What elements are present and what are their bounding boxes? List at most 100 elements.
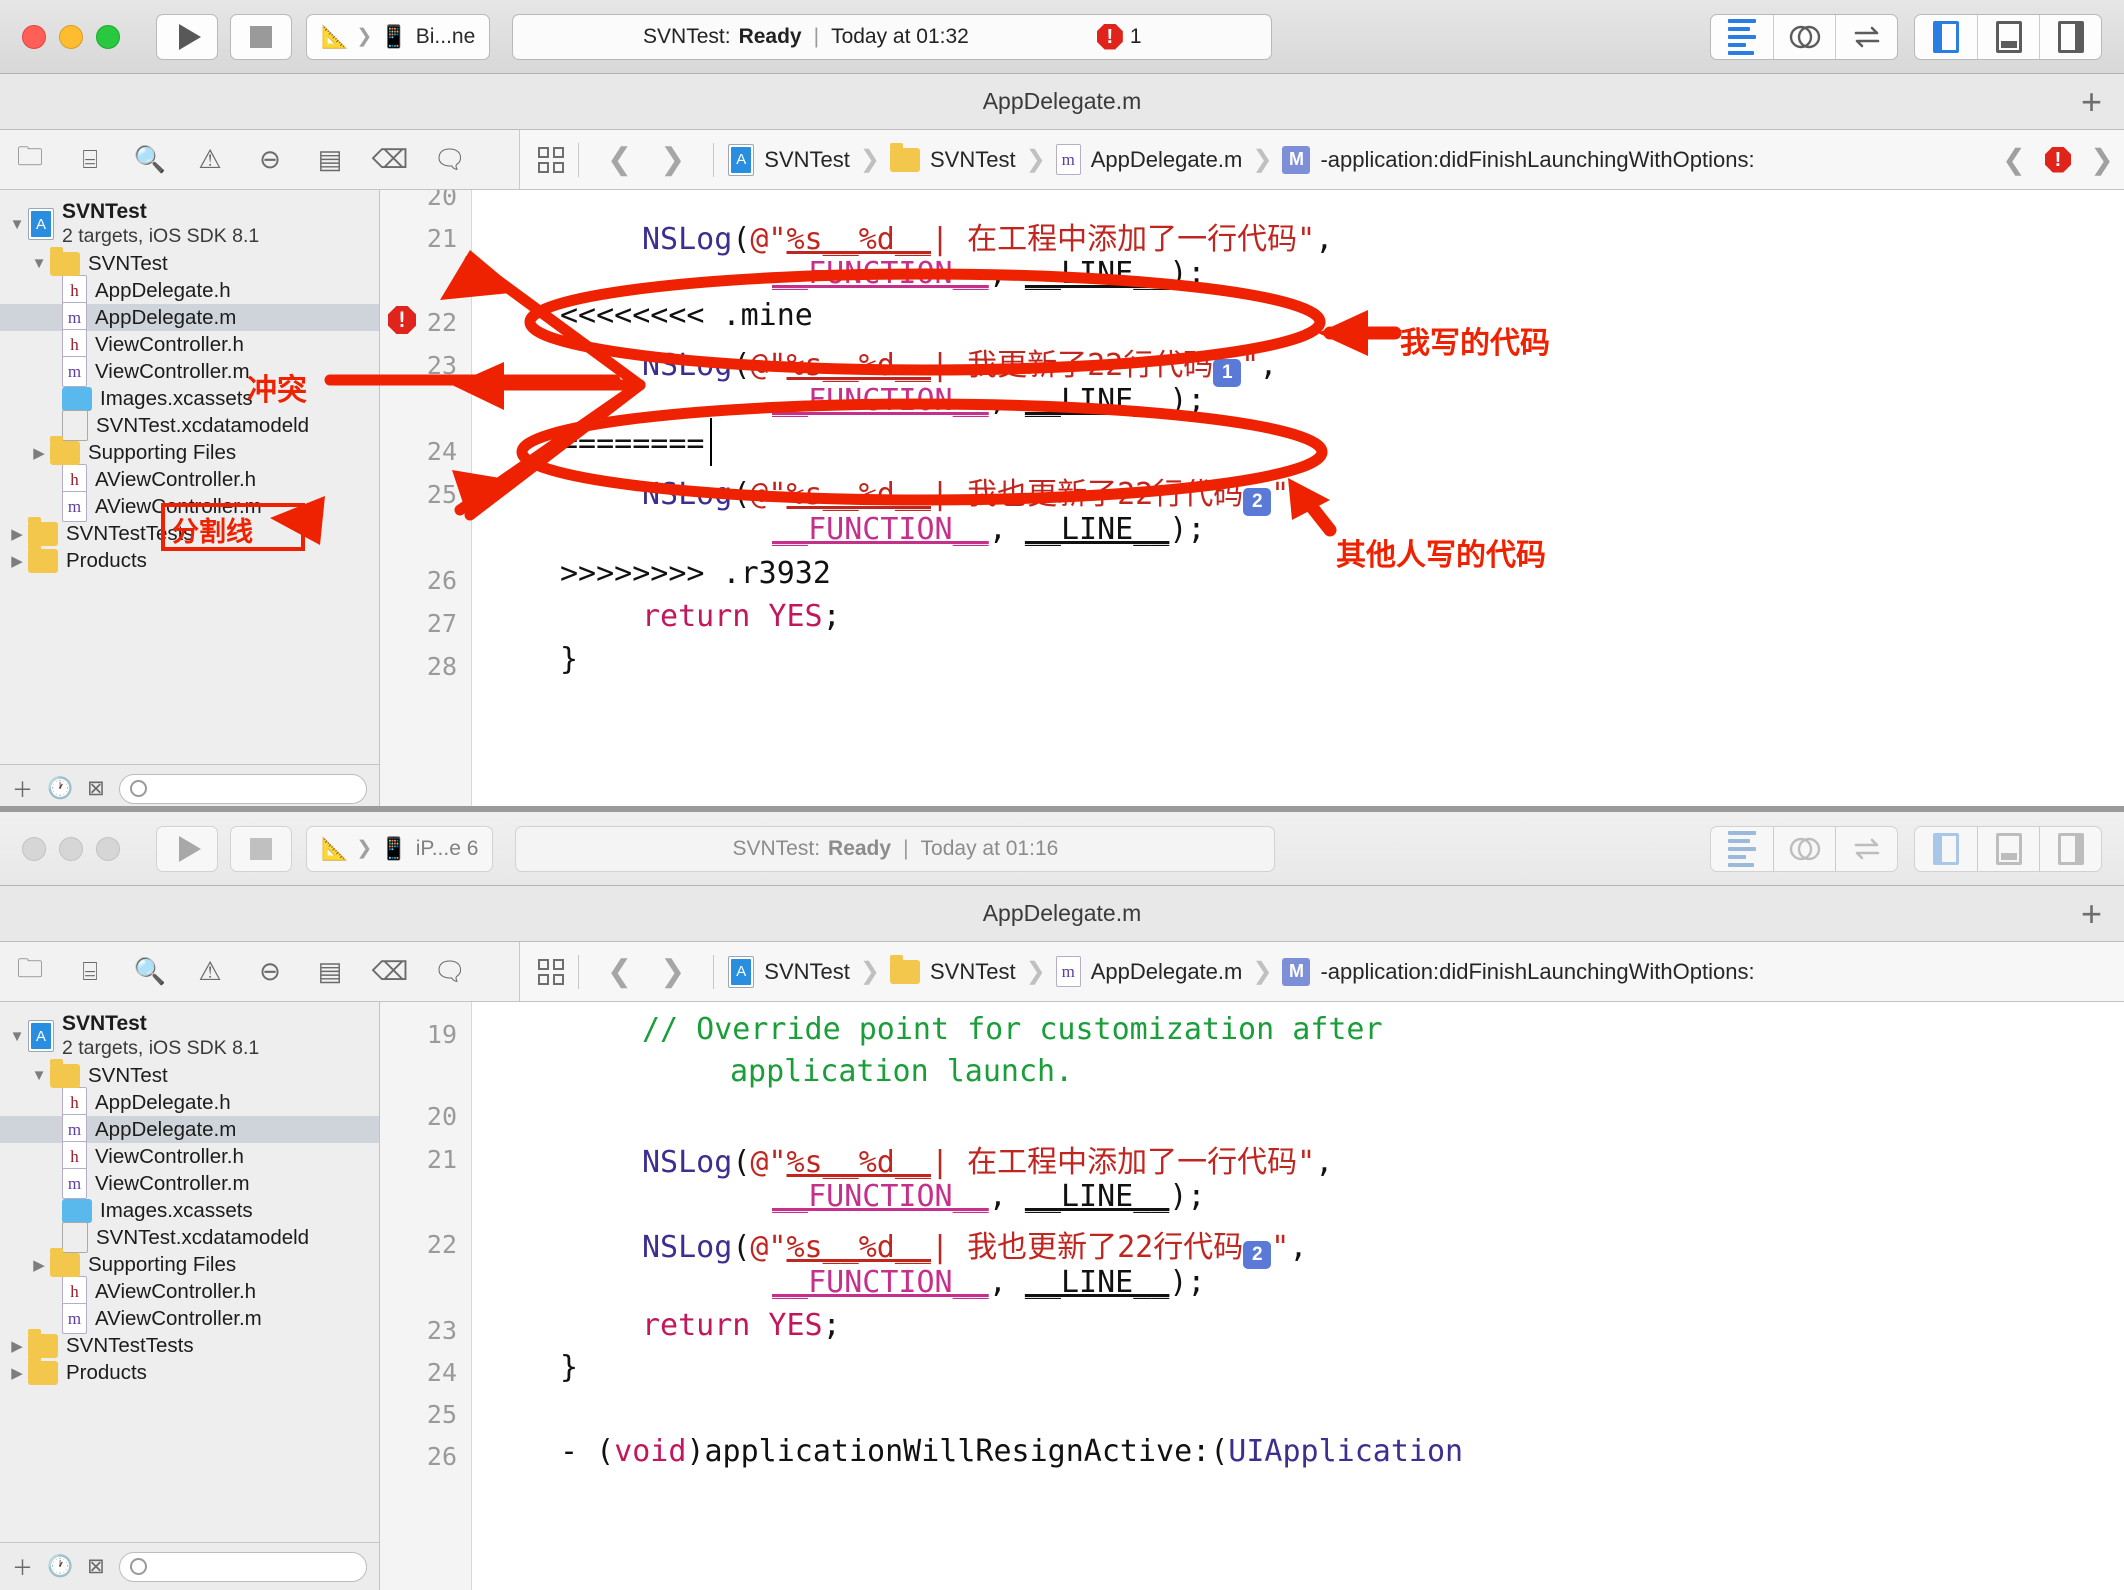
issue-navigator-icon[interactable]: ⚠ (180, 956, 240, 987)
error-count-badge[interactable]: ! 1 (1096, 23, 1142, 50)
project-tree-top[interactable]: ▼ SVNTest 2 targets, iOS SDK 8.1 ▼ SVNTe… (0, 190, 379, 764)
assistant-editor-button[interactable] (1773, 826, 1835, 871)
issue-navigator-icon[interactable]: ⚠ (180, 144, 240, 175)
tree-row-aviewcontroller-m[interactable]: m AViewController.m (0, 491, 379, 522)
project-tree-bottom[interactable]: ▼ SVNTest 2 targets, iOS SDK 8.1 ▼ SVNTe… (0, 1002, 379, 1542)
find-navigator-icon[interactable]: 🔍 (120, 144, 180, 175)
tree-row-appdelegate-m[interactable]: m AppDelegate.m (0, 1114, 379, 1145)
disclosure-closed-icon[interactable]: ▶ (28, 1256, 50, 1274)
symbol-navigator-icon[interactable]: ⌸ (60, 956, 120, 988)
test-navigator-icon[interactable]: ⊖ (240, 144, 300, 175)
add-icon[interactable]: ＋ (12, 1552, 33, 1582)
project-navigator-top[interactable]: ▼ SVNTest 2 targets, iOS SDK 8.1 ▼ SVNTe… (0, 190, 380, 812)
run-button[interactable] (156, 13, 218, 60)
tree-row-viewcontroller-h[interactable]: h ViewController.h (0, 1141, 379, 1172)
code-view-bottom[interactable]: 19 20 21 22 23 24 25 26 // Override poin… (380, 1002, 2124, 1590)
symbol-navigator-icon[interactable]: ⌸ (60, 144, 120, 176)
toggle-debug-area-button[interactable] (1977, 14, 2039, 59)
tree-row-svntesttests[interactable]: ▶ SVNTestTests (0, 516, 379, 547)
add-icon[interactable]: ＋ (12, 774, 33, 804)
filter-input[interactable] (118, 773, 367, 804)
tree-row-aviewcontroller-m[interactable]: m AViewController.m (0, 1303, 379, 1334)
line-number-gutter-bottom[interactable]: 19 20 21 22 23 24 25 26 (380, 1002, 472, 1590)
breadcrumb-item-file[interactable]: m AppDelegate.m (1055, 144, 1242, 175)
tree-row-appdelegate-m[interactable]: m AppDelegate.m (0, 302, 379, 333)
log-navigator-icon[interactable]: 🗨 (420, 144, 480, 175)
tree-row-supporting-files[interactable]: ▶ Supporting Files (0, 435, 379, 466)
stop-button[interactable] (230, 825, 292, 872)
recent-files-icon[interactable]: 🕐 (47, 1555, 73, 1579)
related-items-icon[interactable] (538, 146, 564, 173)
line-number-gutter-top[interactable]: 20 21 ! 22 23 24 25 26 27 28 (380, 190, 472, 812)
tree-row-xcdatamodeld[interactable]: SVNTest.xcdatamodeld (0, 410, 379, 441)
assistant-editor-button[interactable] (1773, 14, 1835, 59)
source-editor-bottom[interactable]: 19 20 21 22 23 24 25 26 // Override poin… (380, 1002, 2124, 1590)
standard-editor-button[interactable] (1711, 827, 1773, 871)
project-navigator-icon[interactable]: 🗀 (0, 138, 60, 182)
navigator-filter-bar-top[interactable]: ＋ 🕐 ⊠ (0, 764, 379, 812)
related-items-icon[interactable] (538, 958, 564, 985)
breadcrumb-item-group[interactable]: SVNTest (889, 142, 1016, 173)
disclosure-open-icon[interactable]: ▼ (28, 1067, 50, 1084)
toggle-utilities-button[interactable] (2039, 826, 2101, 871)
minimize-button[interactable] (59, 24, 83, 49)
breadcrumb-item-group[interactable]: SVNTest (889, 954, 1016, 985)
tree-row-images-xcassets[interactable]: Images.xcassets (0, 385, 379, 412)
tree-row-products[interactable]: ▶ Products (0, 543, 379, 574)
disclosure-closed-icon[interactable]: ▶ (6, 1364, 28, 1382)
zoom-button[interactable] (96, 24, 120, 49)
debug-navigator-icon[interactable]: ▤ (300, 144, 360, 175)
breadcrumb-item-symbol[interactable]: M -application:didFinishLaunchingWithOpt… (1282, 145, 1755, 174)
test-navigator-icon[interactable]: ⊖ (240, 956, 300, 987)
previous-issue-button[interactable]: ❮ (1992, 143, 2036, 176)
tree-row-viewcontroller-m[interactable]: m ViewController.m (0, 356, 379, 387)
close-button[interactable] (22, 836, 46, 861)
next-issue-button[interactable]: ❯ (2080, 143, 2124, 176)
stop-button[interactable] (230, 13, 292, 60)
disclosure-closed-icon[interactable]: ▶ (6, 552, 28, 570)
window-controls-bottom[interactable] (22, 836, 120, 861)
navigator-selector-bar-bottom[interactable]: 🗀 ⌸ 🔍 ⚠ ⊖ ▤ ⌫ 🗨 (0, 942, 520, 1001)
zoom-button[interactable] (96, 836, 120, 861)
disclosure-closed-icon[interactable]: ▶ (28, 444, 50, 462)
version-editor-button[interactable] (1835, 826, 1897, 871)
tree-row-project-root[interactable]: ▼ SVNTest 2 targets, iOS SDK 8.1 (0, 1010, 379, 1062)
scheme-selector[interactable]: 📐 ❯ 📱 iP...e 6 (306, 825, 494, 872)
code-text-area-bottom[interactable]: // Override point for customization afte… (472, 1002, 2124, 1590)
toggle-navigator-button[interactable] (1915, 15, 1977, 59)
standard-editor-button[interactable] (1711, 15, 1773, 59)
jump-bar-bottom[interactable]: ❮ ❯ SVNTest ❯ SVNTest ❯ m AppDelegate.m … (520, 942, 2124, 1001)
navigator-selector-bar-top[interactable]: 🗀 ⌸ 🔍 ⚠ ⊖ ▤ ⌫ 🗨 (0, 130, 520, 189)
jump-bar-top[interactable]: ❮ ❯ SVNTest ❯ SVNTest ❯ m AppDelegate.m … (520, 130, 2124, 189)
disclosure-closed-icon[interactable]: ▶ (6, 1337, 28, 1355)
source-control-icon[interactable]: ⊠ (87, 1554, 105, 1579)
breakpoint-navigator-icon[interactable]: ⌫ (360, 956, 420, 987)
go-back-button[interactable]: ❮ (593, 142, 646, 177)
tree-row-appdelegate-h[interactable]: h AppDelegate.h (0, 275, 379, 306)
add-tab-button[interactable]: + (2081, 895, 2102, 932)
go-forward-button[interactable]: ❯ (646, 954, 699, 989)
run-button[interactable] (156, 825, 218, 872)
project-navigator-icon[interactable]: 🗀 (0, 950, 60, 994)
view-toggle-segment[interactable] (1914, 825, 2102, 872)
toggle-utilities-button[interactable] (2039, 14, 2101, 59)
source-control-icon[interactable]: ⊠ (87, 776, 105, 801)
navigator-filter-bar-bottom[interactable]: ＋ 🕐 ⊠ (0, 1542, 379, 1590)
find-navigator-icon[interactable]: 🔍 (120, 956, 180, 987)
log-navigator-icon[interactable]: 🗨 (420, 956, 480, 987)
close-button[interactable] (22, 24, 46, 49)
breadcrumb-item-project[interactable]: SVNTest (728, 143, 850, 176)
add-tab-button[interactable]: + (2081, 83, 2102, 120)
breakpoint-navigator-icon[interactable]: ⌫ (360, 144, 420, 175)
filter-input[interactable] (118, 1551, 367, 1582)
tree-row-appdelegate-h[interactable]: h AppDelegate.h (0, 1087, 379, 1118)
tree-row-viewcontroller-h[interactable]: h ViewController.h (0, 329, 379, 360)
tree-row-products[interactable]: ▶ Products (0, 1355, 379, 1386)
tree-row-aviewcontroller-h[interactable]: h AViewController.h (0, 1276, 379, 1307)
window-controls-top[interactable] (22, 24, 120, 49)
tree-row-images-xcassets[interactable]: Images.xcassets (0, 1197, 379, 1224)
editor-mode-segment[interactable] (1710, 13, 1898, 60)
disclosure-closed-icon[interactable]: ▶ (6, 525, 28, 543)
view-toggle-segment[interactable] (1914, 13, 2102, 60)
project-navigator-bottom[interactable]: ▼ SVNTest 2 targets, iOS SDK 8.1 ▼ SVNTe… (0, 1002, 380, 1590)
